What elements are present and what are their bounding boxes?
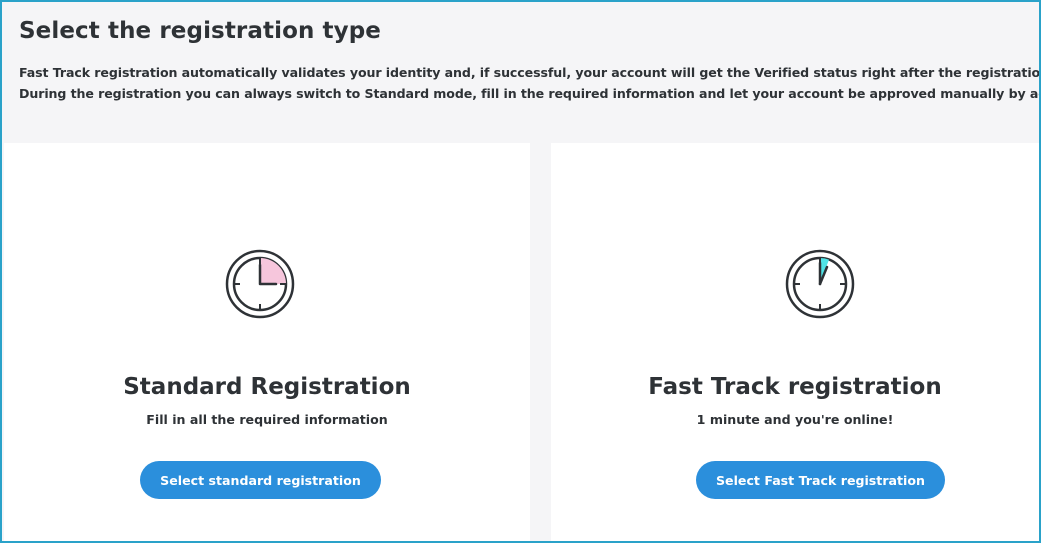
fast-track-registration-card: Fast Track registration 1 minute and you… (551, 143, 1039, 541)
fast-track-registration-subtitle: 1 minute and you're online! (696, 412, 894, 427)
select-fast-track-registration-button[interactable]: Select Fast Track registration (696, 461, 945, 499)
standard-registration-card: Standard Registration Fill in all the re… (4, 143, 530, 541)
standard-registration-subtitle: Fill in all the required information (146, 412, 388, 427)
page-header: Select the registration type Fast Track … (2, 2, 1039, 142)
fast-track-registration-title: Fast Track registration (648, 374, 942, 400)
select-standard-registration-button[interactable]: Select standard registration (140, 461, 381, 499)
clock-minute-icon (785, 249, 855, 319)
page-description-line-1: Fast Track registration automatically va… (19, 65, 1041, 80)
standard-registration-title: Standard Registration (123, 374, 411, 400)
clock-quarter-icon (225, 249, 295, 319)
page-title: Select the registration type (19, 18, 382, 44)
page-description-line-2: During the registration you can always s… (19, 86, 1041, 101)
registration-type-page: Select the registration type Fast Track … (0, 0, 1041, 543)
